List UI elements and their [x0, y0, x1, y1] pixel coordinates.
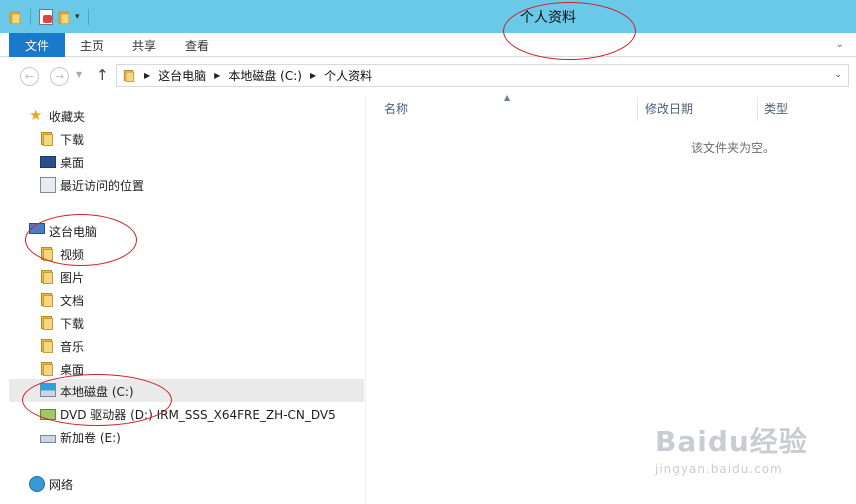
breadcrumb-this-pc[interactable]: 这台电脑: [158, 67, 206, 84]
music-folder-icon: [40, 338, 56, 354]
tab-file[interactable]: 文件: [9, 33, 65, 57]
breadcrumb-local-disk[interactable]: 本地磁盘 (C:): [228, 67, 302, 84]
nav-favorites-recent[interactable]: 最近访问的位置: [40, 174, 144, 196]
nav-label: 桌面: [60, 155, 85, 170]
recent-locations-icon[interactable]: ▼: [76, 70, 82, 79]
watermark: Baidu经验 jingyan.baidu.com: [655, 420, 845, 490]
customize-toolbar-icon[interactable]: ▾: [75, 12, 80, 22]
nav-label: 音乐: [60, 339, 85, 354]
windows-drive-icon: [40, 383, 56, 399]
ribbon-tabs: 文件 主页 共享 查看 ⌄: [0, 33, 856, 57]
nav-label: 文档: [60, 293, 85, 308]
videos-folder-icon: [40, 246, 56, 262]
up-button[interactable]: ↑: [96, 66, 109, 84]
documents-folder-icon: [40, 292, 56, 308]
nav-desktop[interactable]: 桌面: [40, 358, 84, 380]
star-icon: ★: [29, 106, 43, 124]
nav-network[interactable]: 网络: [29, 473, 73, 495]
breadcrumb-arrow-icon[interactable]: ▶: [144, 71, 150, 80]
nav-this-pc[interactable]: 这台电脑: [29, 220, 97, 242]
nav-favorites-desktop[interactable]: 桌面: [40, 151, 84, 173]
nav-favorites-downloads[interactable]: 下载: [40, 128, 84, 150]
drive-icon: [40, 429, 56, 445]
nav-label: 网络: [49, 477, 74, 492]
back-button[interactable]: ←: [20, 67, 39, 86]
new-folder-icon[interactable]: [58, 10, 71, 24]
watermark-logo: Baidu经验: [655, 425, 808, 458]
navigation-pane: ★ 收藏夹 下载 桌面 最近访问的位置 这台电脑 视频 图片 文档 下载 音乐 …: [0, 95, 366, 504]
column-header-name[interactable]: 名称: [384, 95, 408, 122]
breadcrumb-current-folder[interactable]: 个人资料: [324, 67, 372, 84]
pictures-folder-icon: [40, 269, 56, 285]
breadcrumb-arrow-icon[interactable]: ▶: [214, 71, 220, 80]
desktop-icon: [40, 154, 56, 170]
arrow-up-icon: ↑: [96, 66, 109, 84]
quick-access-toolbar: ▾: [8, 7, 93, 27]
window-title: 个人资料: [520, 10, 576, 26]
forward-button[interactable]: →: [50, 67, 69, 86]
column-header-type[interactable]: 类型: [764, 95, 788, 122]
column-header-date-modified[interactable]: 修改日期: [645, 95, 693, 122]
nav-label: 这台电脑: [49, 224, 98, 239]
navigation-row: ← → ▼ ↑ ▶ 这台电脑 ▶ 本地磁盘 (C:) ▶ 个人资料 ⌄: [0, 57, 856, 95]
desktop-folder-icon: [40, 361, 56, 377]
nav-label: 收藏夹: [49, 109, 86, 124]
toolbar-divider: [30, 9, 31, 25]
tab-view[interactable]: 查看: [185, 33, 209, 57]
nav-new-volume-e[interactable]: 新加卷 (E:): [40, 426, 121, 448]
breadcrumb-arrow-icon[interactable]: ▶: [310, 71, 316, 80]
tab-home[interactable]: 主页: [80, 33, 104, 57]
title-bar: ▾ 个人资料: [0, 0, 856, 33]
watermark-url: jingyan.baidu.com: [655, 462, 783, 476]
nav-label: 图片: [60, 270, 85, 285]
empty-folder-message: 该文件夹为空。: [691, 141, 776, 155]
nav-label: DVD 驱动器 (D:) IRM_SSS_X64FRE_ZH-CN_DV5: [60, 407, 336, 422]
folder-icon: [123, 69, 135, 82]
nav-favorites[interactable]: ★ 收藏夹: [29, 105, 85, 127]
nav-music[interactable]: 音乐: [40, 335, 84, 357]
column-divider[interactable]: [637, 97, 638, 121]
address-history-icon[interactable]: ⌄: [834, 70, 842, 80]
arrow-right-icon: →: [54, 70, 65, 83]
folder-icon: [9, 10, 22, 24]
nav-label: 视频: [60, 247, 85, 262]
downloads-folder-icon: [40, 315, 56, 331]
dvd-drive-icon: [40, 406, 56, 422]
nav-pictures[interactable]: 图片: [40, 266, 84, 288]
nav-downloads[interactable]: 下载: [40, 312, 84, 334]
nav-label: 桌面: [60, 362, 85, 377]
nav-label: 下载: [60, 132, 85, 147]
properties-icon[interactable]: [39, 9, 53, 25]
nav-local-disk-c[interactable]: 本地磁盘 (C:): [40, 380, 134, 402]
expand-ribbon-icon[interactable]: ⌄: [836, 39, 844, 50]
address-bar[interactable]: ▶ 这台电脑 ▶ 本地磁盘 (C:) ▶ 个人资料 ⌄: [116, 64, 849, 87]
sort-ascending-icon: ▲: [504, 93, 511, 102]
arrow-left-icon: ←: [24, 70, 35, 83]
nav-label: 下载: [60, 316, 85, 331]
nav-label: 最近访问的位置: [60, 178, 145, 193]
tab-share[interactable]: 共享: [132, 33, 156, 57]
toolbar-divider: [87, 9, 89, 25]
computer-icon: [29, 223, 45, 239]
nav-label: 新加卷 (E:): [60, 430, 121, 445]
nav-dvd-drive-d[interactable]: DVD 驱动器 (D:) IRM_SSS_X64FRE_ZH-CN_DV5: [40, 403, 336, 425]
nav-documents[interactable]: 文档: [40, 289, 84, 311]
nav-label: 本地磁盘 (C:): [60, 384, 134, 399]
recent-places-icon: [40, 177, 56, 193]
network-icon: [29, 476, 45, 492]
column-divider[interactable]: [757, 97, 758, 121]
downloads-folder-icon: [40, 131, 56, 147]
nav-videos[interactable]: 视频: [40, 243, 84, 265]
